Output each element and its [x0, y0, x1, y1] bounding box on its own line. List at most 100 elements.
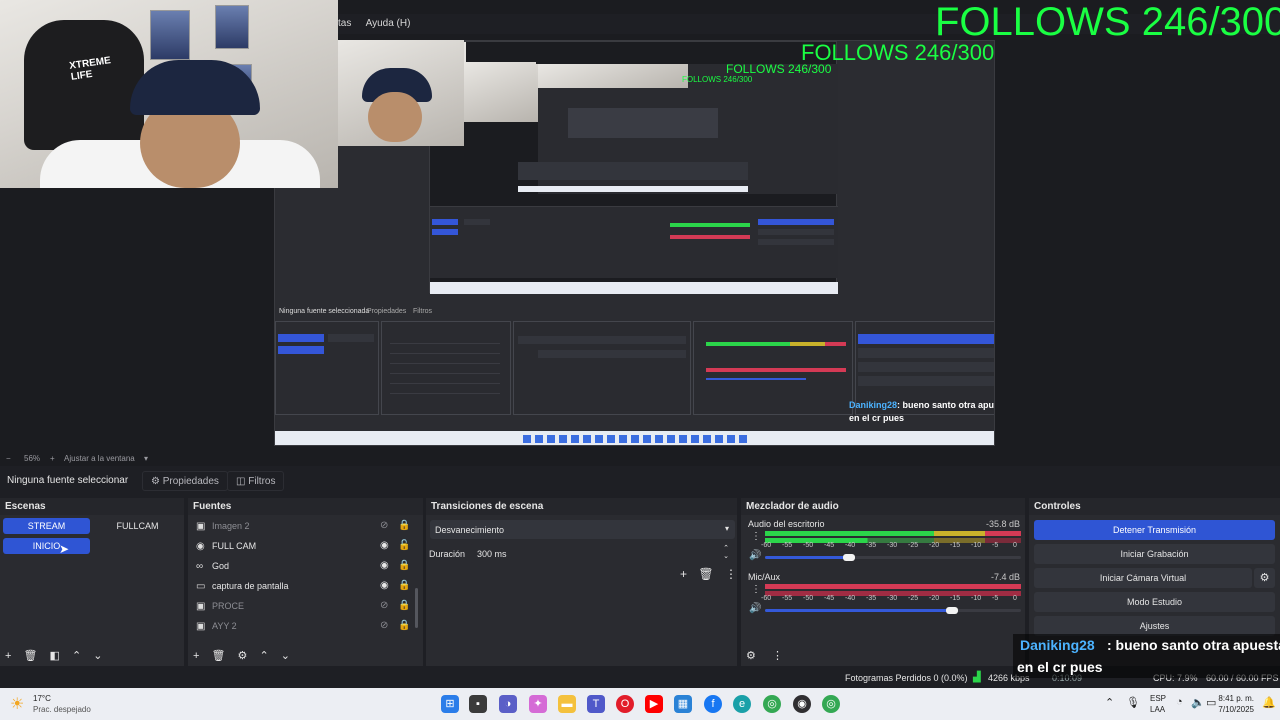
- source-settings-icon[interactable]: ⚙: [238, 650, 248, 662]
- mixer-settings-icon[interactable]: ⚙: [746, 650, 756, 662]
- volume-slider[interactable]: [765, 554, 1021, 561]
- volume-knob[interactable]: [843, 554, 856, 561]
- copilot-icon[interactable]: ✦: [529, 695, 547, 713]
- menu-item-help[interactable]: Ayuda (H): [366, 18, 411, 29]
- windows-start-icon[interactable]: ⊞: [441, 695, 459, 713]
- add-transition-icon[interactable]: +: [680, 567, 687, 581]
- source-item[interactable]: ▣ AYY 2 ⊘ 🔒: [196, 617, 410, 637]
- obs-preview-area[interactable]: tas Ayuda (H) Ninguna fuente seleccionad…: [0, 0, 1280, 452]
- remove-scene-icon[interactable]: 🗑: [24, 650, 38, 662]
- task-view-icon[interactable]: ▪: [469, 695, 487, 713]
- zoom-minus-icon[interactable]: −: [6, 454, 11, 463]
- start-virtual-camera-button[interactable]: Iniciar Cámara Virtual: [1034, 568, 1252, 588]
- settings-button[interactable]: Ajustes: [1034, 616, 1275, 636]
- speaker-icon[interactable]: 🔊: [749, 603, 761, 614]
- studio-mode-button[interactable]: Modo Estudio: [1034, 592, 1275, 612]
- add-source-icon[interactable]: +: [193, 650, 199, 662]
- lock-icon[interactable]: 🔒: [398, 580, 410, 591]
- mini-chat-message-2: en el cr pues: [849, 413, 905, 423]
- unlock-icon[interactable]: 🔓: [398, 540, 410, 551]
- volume-knob[interactable]: [945, 607, 958, 614]
- stepper-icon[interactable]: ⌃ ⌄: [723, 545, 729, 561]
- chrome-icon-2[interactable]: ◎: [822, 695, 840, 713]
- start-recording-button[interactable]: Iniciar Grabación: [1034, 544, 1275, 564]
- move-up-icon[interactable]: ⌃: [259, 650, 268, 662]
- clock-time[interactable]: 8:41 p. m.: [1214, 694, 1254, 703]
- chrome-icon[interactable]: ◎: [763, 695, 781, 713]
- sources-scrollbar[interactable]: [415, 588, 418, 628]
- volume-icon[interactable]: 🔈: [1191, 696, 1205, 709]
- transition-toolbar: + 🗑 ⋮: [680, 567, 737, 581]
- weather-icon[interactable]: ☀: [10, 694, 24, 714]
- speaker-icon[interactable]: 🔊: [749, 550, 761, 561]
- menu-item-tools[interactable]: tas: [338, 18, 351, 29]
- edge-icon[interactable]: e: [733, 695, 751, 713]
- move-down-icon[interactable]: ⌄: [93, 650, 102, 662]
- teams-icon[interactable]: T: [587, 695, 605, 713]
- image-icon: ▣: [196, 621, 206, 632]
- eye-icon[interactable]: ◉: [380, 560, 389, 571]
- duration-input[interactable]: 300 ms ⌃ ⌄: [470, 544, 735, 563]
- chevron-up-icon[interactable]: ⌃: [1105, 696, 1114, 709]
- source-item[interactable]: ◉ FULL CAM ◉ 🔓: [196, 537, 410, 557]
- stop-streaming-button[interactable]: Detener Transmisión: [1034, 520, 1275, 540]
- audio-meter: [765, 584, 1021, 589]
- channel-menu-icon[interactable]: ⋮: [751, 531, 761, 542]
- weather-temp[interactable]: 17°C: [33, 694, 51, 703]
- language-code[interactable]: ESP: [1150, 694, 1166, 703]
- volume-slider[interactable]: [765, 607, 1021, 614]
- filters-label: Filtros: [248, 476, 276, 487]
- move-up-icon[interactable]: ⌃: [72, 650, 81, 662]
- store-icon[interactable]: ▦: [674, 695, 692, 713]
- scene-stream[interactable]: STREAM: [3, 518, 90, 534]
- mini-selection-label: Ninguna fuente seleccionada: [279, 308, 370, 315]
- lock-icon[interactable]: 🔒: [398, 600, 410, 611]
- image-icon: ▣: [196, 521, 206, 532]
- move-down-icon[interactable]: ⌄: [281, 650, 290, 662]
- scene-filters-icon[interactable]: ◧: [50, 650, 60, 662]
- source-item[interactable]: ▣ PROCE ⊘ 🔒: [196, 597, 410, 617]
- db-ticks: -60 -55 -50 -45 -40 -35 -30 -25 -20 -15 -10 -5 0: [761, 542, 1017, 549]
- obs-icon[interactable]: ◉: [793, 695, 811, 713]
- chevron-down-icon[interactable]: ▾: [144, 454, 148, 463]
- add-scene-icon[interactable]: +: [5, 650, 11, 662]
- duration-value: 300 ms: [477, 549, 507, 559]
- lock-icon[interactable]: 🔒: [398, 620, 410, 631]
- zoom-plus-icon[interactable]: +: [50, 454, 55, 463]
- hidden-eye-icon[interactable]: ⊘: [380, 620, 388, 631]
- source-item[interactable]: ▭ captura de pantalla ◉ 🔒: [196, 577, 410, 597]
- eye-icon[interactable]: ◉: [380, 540, 389, 551]
- clock-date[interactable]: 7/10/2025: [1214, 705, 1254, 714]
- channel-menu-icon[interactable]: ⋮: [751, 584, 761, 595]
- remove-source-icon[interactable]: 🗑: [212, 650, 226, 662]
- facebook-icon[interactable]: f: [704, 695, 722, 713]
- transition-select[interactable]: Desvanecimiento ▾: [430, 520, 735, 539]
- mini-transitions-dock: [513, 321, 691, 415]
- properties-button[interactable]: ⚙ Propiedades: [142, 471, 228, 491]
- eye-icon[interactable]: ◉: [380, 580, 389, 591]
- notification-bell-icon[interactable]: 🔔: [1262, 696, 1276, 709]
- hidden-eye-icon[interactable]: ⊘: [380, 520, 388, 531]
- opera-icon[interactable]: O: [616, 695, 634, 713]
- scene-fullcam[interactable]: FULLCAM: [93, 518, 182, 534]
- fit-to-window-button[interactable]: Ajustar a la ventana: [64, 454, 135, 463]
- chat-app-icon[interactable]: ◑: [499, 695, 517, 713]
- filters-button[interactable]: ◫ Filtros: [227, 471, 285, 491]
- more-menu-icon[interactable]: ⋮: [772, 650, 783, 662]
- lock-icon[interactable]: 🔒: [398, 560, 410, 571]
- scene-inicio[interactable]: INICIO: [3, 538, 90, 554]
- transitions-title: Transiciones de escena: [431, 501, 544, 512]
- youtube-icon[interactable]: ▶: [645, 695, 663, 713]
- source-item[interactable]: ▣ Imagen 2 ⊘ 🔒: [196, 517, 410, 537]
- mic-icon[interactable]: 🎙: [1126, 696, 1140, 709]
- remove-transition-icon[interactable]: 🗑: [698, 567, 713, 581]
- file-explorer-icon[interactable]: ▬: [558, 695, 576, 713]
- keyboard-layout[interactable]: LAA: [1150, 705, 1165, 714]
- hidden-eye-icon[interactable]: ⊘: [380, 600, 388, 611]
- lock-icon[interactable]: 🔒: [398, 520, 410, 531]
- mini-props-label: Propiedades: [367, 308, 407, 315]
- source-item[interactable]: ∞ God ◉ 🔒: [196, 557, 410, 577]
- virtual-camera-settings-icon[interactable]: ⚙: [1254, 568, 1275, 588]
- more-menu-icon[interactable]: ⋮: [725, 567, 737, 581]
- wifi-icon[interactable]: ◔: [1176, 696, 1183, 708]
